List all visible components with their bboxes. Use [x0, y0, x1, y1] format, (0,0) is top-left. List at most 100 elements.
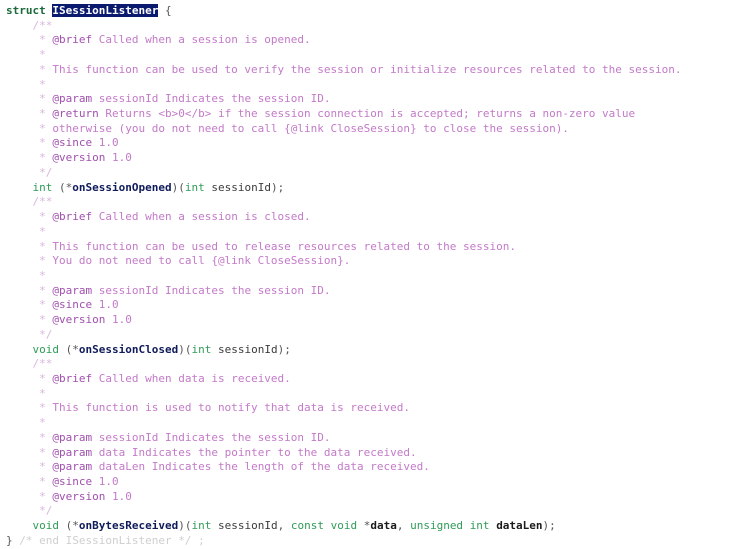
code-line[interactable]: /**: [6, 357, 756, 372]
parameter-name: sessionId: [211, 180, 271, 194]
type-keyword: int: [32, 180, 53, 194]
struct-keyword: struct: [6, 4, 53, 17]
code-line[interactable]: } /* end ISessionListener */ ;: [6, 534, 756, 549]
code-line[interactable]: * @param sessionId Indicates the session…: [6, 92, 756, 107]
type-keyword: void: [32, 519, 60, 533]
doc-tag: @version: [52, 313, 106, 327]
code-line[interactable]: * @param data Indicates the pointer to t…: [6, 446, 756, 461]
code-line[interactable]: * @brief Called when data is received.: [6, 372, 756, 387]
doc-tag: @param: [52, 460, 93, 474]
doc-comment-text: 1.0: [105, 313, 132, 327]
code-line[interactable]: *: [6, 48, 756, 63]
comment-delimiter: *: [39, 430, 53, 444]
type-keyword: int: [191, 519, 212, 533]
doc-tag: @version: [52, 489, 106, 503]
selected-identifier[interactable]: ISessionListener: [52, 4, 159, 17]
code-line[interactable]: * @since 1.0: [6, 475, 756, 490]
punctuation: );: [277, 342, 291, 356]
parameter-name: sessionId: [217, 342, 278, 356]
code-line[interactable]: * @param sessionId Indicates the session…: [6, 431, 756, 446]
trailing-comment: /* end ISessionListener */: [12, 533, 199, 547]
comment-delimiter: *: [39, 151, 53, 165]
comment-delimiter: *: [39, 371, 53, 385]
code-line[interactable]: * @return Returns <b>0</b> if the sessio…: [6, 107, 756, 122]
doc-tag: @version: [52, 151, 106, 165]
code-line[interactable]: /**: [6, 195, 756, 210]
doc-comment-text: This function is used to notify that dat…: [52, 401, 410, 415]
code-line[interactable]: /**: [6, 19, 756, 34]
doc-tag: @since: [52, 136, 93, 150]
code-line[interactable]: * @param dataLen Indicates the length of…: [6, 460, 756, 475]
code-line[interactable]: */: [6, 166, 756, 181]
doc-comment-text: 1.0: [92, 298, 119, 312]
doc-tag: @since: [52, 298, 93, 312]
code-viewer[interactable]: struct ISessionListener { /** * @brief C…: [0, 0, 756, 549]
code-line[interactable]: *: [6, 78, 756, 93]
parameter-name: sessionId: [217, 519, 278, 533]
comment-delimiter: *: [39, 77, 46, 91]
code-line[interactable]: * This function can be used to release r…: [6, 240, 756, 255]
punctuation: [324, 519, 331, 532]
comment-delimiter: */: [39, 165, 53, 179]
trailing-comment: ;: [198, 533, 205, 547]
code-line[interactable]: */: [6, 328, 756, 343]
code-line[interactable]: * @since 1.0: [6, 298, 756, 313]
doc-tag: @brief: [52, 210, 93, 224]
doc-comment-text: data Indicates the pointer to the data r…: [92, 445, 417, 459]
code-line[interactable]: * This function can be used to verify th…: [6, 63, 756, 78]
code-line[interactable]: * @version 1.0: [6, 151, 756, 166]
code-line[interactable]: * @version 1.0: [6, 313, 756, 328]
code-line[interactable]: * This function is used to notify that d…: [6, 401, 756, 416]
punctuation: (*: [59, 342, 79, 356]
parameter-name-bold: dataLen: [496, 519, 543, 533]
comment-delimiter: *: [39, 268, 46, 282]
comment-delimiter: *: [39, 283, 53, 297]
code-line[interactable]: * @brief Called when a session is opened…: [6, 33, 756, 48]
code-line[interactable]: *: [6, 416, 756, 431]
code-line[interactable]: int (*onSessionOpened)(int sessionId);: [6, 181, 756, 196]
code-line[interactable]: * @param sessionId Indicates the session…: [6, 284, 756, 299]
comment-delimiter: /**: [32, 195, 53, 209]
code-line[interactable]: * @brief Called when a session is closed…: [6, 210, 756, 225]
comment-delimiter: *: [39, 445, 53, 459]
code-line[interactable]: void (*onBytesReceived)(int sessionId, c…: [6, 519, 756, 534]
code-line[interactable]: struct ISessionListener {: [6, 4, 756, 19]
code-line[interactable]: * @since 1.0: [6, 136, 756, 151]
punctuation: )(: [178, 342, 192, 356]
comment-delimiter: *: [39, 224, 46, 238]
function-name: onBytesReceived: [78, 519, 179, 533]
code-line[interactable]: *: [6, 387, 756, 402]
doc-comment-text: Called when a session is opened.: [92, 33, 311, 47]
code-line[interactable]: * You do not need to call {@link CloseSe…: [6, 254, 756, 269]
code-line[interactable]: *: [6, 269, 756, 284]
comment-delimiter: /**: [32, 18, 53, 32]
doc-tag: @param: [52, 92, 93, 106]
code-line[interactable]: * @version 1.0: [6, 490, 756, 505]
doc-comment-text: 1.0: [92, 136, 119, 150]
code-line[interactable]: void (*onSessionClosed)(int sessionId);: [6, 343, 756, 358]
punctuation: {: [158, 4, 172, 17]
code-line[interactable]: *: [6, 225, 756, 240]
code-line[interactable]: * otherwise (you do not need to call {@l…: [6, 122, 756, 137]
type-keyword: int: [191, 342, 212, 356]
